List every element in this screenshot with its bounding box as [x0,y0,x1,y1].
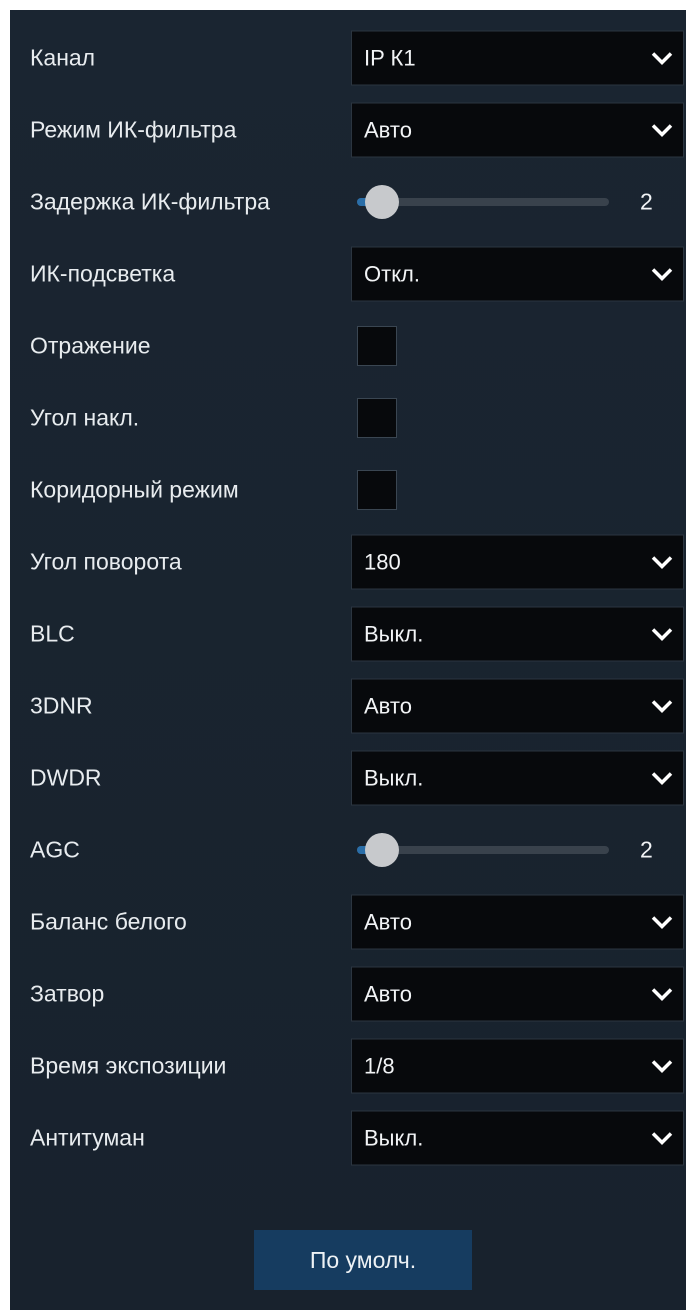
flip-checkbox[interactable] [357,398,397,438]
chevron-down-icon [651,1131,673,1145]
corridor-mode-label: Коридорный режим [30,476,239,503]
shutter-value: Авто [364,981,412,1006]
ir-filter-mode-row: Режим ИК-фильтра Авто [10,94,686,166]
agc-slider[interactable] [357,833,609,867]
flip-label: Угол накл. [30,404,140,431]
dwdr-row: DWDR Выкл. [10,742,686,814]
ir-filter-mode-label: Режим ИК-фильтра [30,116,237,143]
dwdr-label: DWDR [30,764,102,791]
shutter-select[interactable]: Авто [351,966,684,1022]
blc-value: Выкл. [364,621,424,646]
defog-label: Антитуман [30,1124,145,1151]
ir-filter-mode-select[interactable]: Авто [351,102,684,158]
rotation-label: Угол поворота [30,548,182,575]
defog-value: Выкл. [364,1125,424,1150]
image-settings-panel: Канал IP К1 Режим ИК-фильтра Авто Задерж… [10,10,686,1310]
mirror-checkbox[interactable] [357,326,397,366]
channel-select[interactable]: IP К1 [351,30,684,86]
dnr-select[interactable]: Авто [351,678,684,734]
white-balance-select[interactable]: Авто [351,894,684,950]
shutter-label: Затвор [30,980,105,1007]
chevron-down-icon [651,1059,673,1073]
dnr-row: 3DNR Авто [10,670,686,742]
dnr-value: Авто [364,693,412,718]
ir-filter-delay-label: Задержка ИК-фильтра [30,188,270,215]
white-balance-label: Баланс белого [30,908,187,935]
exposure-time-value: 1/8 [364,1053,395,1078]
ir-light-value: Откл. [364,261,421,286]
defog-select[interactable]: Выкл. [351,1110,684,1166]
rotation-value: 180 [364,549,401,574]
defog-row: Антитуман Выкл. [10,1102,686,1174]
slider-thumb[interactable] [365,833,400,867]
ir-filter-delay-value: 2 [640,188,653,215]
agc-label: AGC [30,836,80,863]
dwdr-value: Выкл. [364,765,424,790]
agc-row: AGC 2 [10,814,686,886]
dwdr-select[interactable]: Выкл. [351,750,684,806]
chevron-down-icon [651,267,673,281]
white-balance-row: Баланс белого Авто [10,886,686,958]
chevron-down-icon [651,915,673,929]
rotation-row: Угол поворота 180 [10,526,686,598]
chevron-down-icon [651,555,673,569]
mirror-row: Отражение [10,310,686,382]
corridor-mode-checkbox[interactable] [357,470,397,510]
chevron-down-icon [651,987,673,1001]
ir-filter-mode-value: Авто [364,117,412,142]
slider-thumb[interactable] [365,185,400,219]
blc-label: BLC [30,620,75,647]
chevron-down-icon [651,51,673,65]
ir-light-select[interactable]: Откл. [351,246,684,302]
channel-label: Канал [30,44,96,71]
ir-filter-delay-slider[interactable] [357,185,609,219]
exposure-time-label: Время экспозиции [30,1052,227,1079]
dnr-label: 3DNR [30,692,93,719]
shutter-row: Затвор Авто [10,958,686,1030]
mirror-label: Отражение [30,332,151,359]
chevron-down-icon [651,771,673,785]
blc-row: BLC Выкл. [10,598,686,670]
chevron-down-icon [651,699,673,713]
default-button[interactable]: По умолч. [254,1230,472,1290]
flip-row: Угол накл. [10,382,686,454]
channel-value: IP К1 [364,45,416,70]
exposure-time-row: Время экспозиции 1/8 [10,1030,686,1102]
channel-row: Канал IP К1 [10,22,686,94]
ir-light-row: ИК-подсветка Откл. [10,238,686,310]
ir-light-label: ИК-подсветка [30,260,176,287]
chevron-down-icon [651,627,673,641]
ir-filter-delay-row: Задержка ИК-фильтра 2 [10,166,686,238]
exposure-time-select[interactable]: 1/8 [351,1038,684,1094]
chevron-down-icon [651,123,673,137]
blc-select[interactable]: Выкл. [351,606,684,662]
white-balance-value: Авто [364,909,412,934]
agc-value: 2 [640,836,653,863]
rotation-select[interactable]: 180 [351,534,684,590]
corridor-mode-row: Коридорный режим [10,454,686,526]
